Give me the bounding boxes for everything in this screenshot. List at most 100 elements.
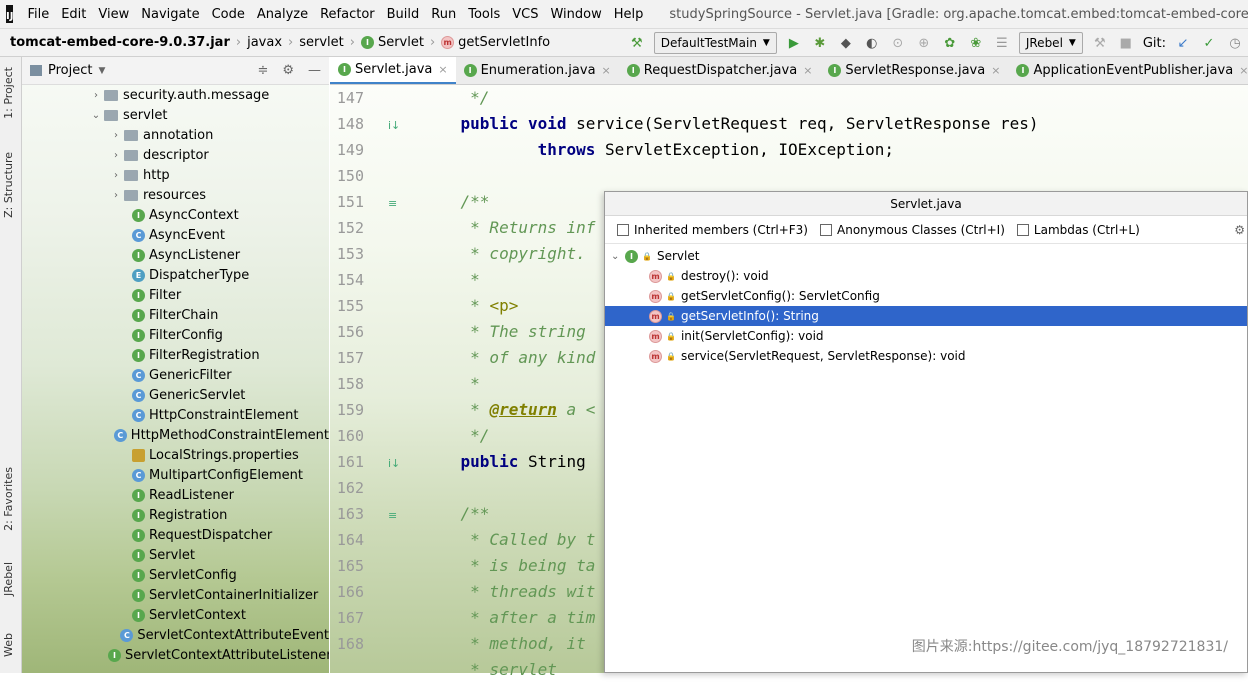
menu-edit[interactable]: Edit: [55, 0, 92, 29]
option-checkbox[interactable]: Inherited members (Ctrl+F3): [617, 223, 808, 237]
git-history-icon[interactable]: ◷: [1224, 32, 1246, 54]
menu-file[interactable]: File: [21, 0, 55, 29]
tree-item[interactable]: › http: [22, 165, 329, 185]
hide-panel-icon[interactable]: —: [308, 63, 321, 78]
tree-item[interactable]: I ServletConfig: [22, 565, 329, 585]
chevron-down-icon[interactable]: ▼: [98, 66, 105, 76]
editor-tab[interactable]: I ServletResponse.java ×: [820, 57, 1008, 84]
close-tab-icon[interactable]: ×: [803, 64, 812, 77]
structure-member[interactable]: m 🔒 init(ServletConfig): void: [605, 326, 1247, 346]
gear-icon[interactable]: ⚙: [282, 63, 294, 78]
close-tab-icon[interactable]: ×: [602, 64, 611, 77]
profile-icon[interactable]: ◐: [861, 32, 883, 54]
coverage-icon[interactable]: ◆: [835, 32, 857, 54]
jrebel-run-icon[interactable]: ✿: [939, 32, 961, 54]
chevron-down-icon[interactable]: ⌄: [611, 251, 625, 262]
breadcrumb-jar[interactable]: tomcat-embed-core-9.0.37.jar: [0, 35, 234, 50]
tree-item[interactable]: I Registration: [22, 505, 329, 525]
breadcrumb-method[interactable]: m getServletInfo: [437, 35, 554, 50]
tree-item[interactable]: C MultipartConfigElement: [22, 465, 329, 485]
tree-item[interactable]: › security.auth.message: [22, 85, 329, 105]
structure-member[interactable]: m 🔒 destroy(): void: [605, 266, 1247, 286]
tree-item[interactable]: I Filter: [22, 285, 329, 305]
debug-icon[interactable]: ✱: [809, 32, 831, 54]
gear-icon[interactable]: ⚙: [1234, 223, 1245, 237]
breadcrumb-package-servlet[interactable]: servlet: [295, 35, 348, 50]
tree-item[interactable]: › descriptor: [22, 145, 329, 165]
tree-item[interactable]: C HttpMethodConstraintElement: [22, 425, 329, 445]
tree-item[interactable]: I FilterChain: [22, 305, 329, 325]
menu-navigate[interactable]: Navigate: [135, 0, 205, 29]
menu-tools[interactable]: Tools: [462, 0, 506, 29]
menu-run[interactable]: Run: [425, 0, 462, 29]
stop-run-icon[interactable]: ⊙: [887, 32, 909, 54]
option-checkbox[interactable]: Anonymous Classes (Ctrl+I): [820, 223, 1005, 237]
jrebel-list-icon[interactable]: ☰: [991, 32, 1013, 54]
close-tab-icon[interactable]: ×: [1239, 64, 1248, 77]
tree-item[interactable]: C HttpConstraintElement: [22, 405, 329, 425]
run-config-select[interactable]: DefaultTestMain ▼: [653, 32, 777, 54]
hammer-icon[interactable]: ⚒: [1089, 32, 1111, 54]
chevron-down-icon[interactable]: ⌄: [88, 110, 104, 121]
chevron-right-icon[interactable]: ›: [108, 170, 124, 181]
tree-item[interactable]: › resources: [22, 185, 329, 205]
tree-item[interactable]: I RequestDispatcher: [22, 525, 329, 545]
menu-view[interactable]: View: [92, 0, 135, 29]
menu-code[interactable]: Code: [206, 0, 251, 29]
close-tab-icon[interactable]: ×: [438, 63, 447, 76]
tree-item[interactable]: I Servlet: [22, 545, 329, 565]
tree-item[interactable]: I ServletContextAttributeListener: [22, 645, 329, 665]
checkbox[interactable]: [1016, 223, 1029, 236]
breadcrumb-class-servlet[interactable]: I Servlet: [357, 35, 428, 50]
menu-window[interactable]: Window: [544, 0, 607, 29]
tab-structure[interactable]: Z: Structure: [2, 152, 15, 218]
tree-item[interactable]: I AsyncContext: [22, 205, 329, 225]
editor-tab[interactable]: I RequestDispatcher.java ×: [619, 57, 821, 84]
jrebel-select[interactable]: JRebel ▼: [1018, 32, 1083, 54]
chevron-right-icon[interactable]: ›: [88, 90, 104, 101]
breadcrumb-package-javax[interactable]: javax: [243, 35, 286, 50]
menu-refactor[interactable]: Refactor: [314, 0, 381, 29]
structure-member[interactable]: m 🔒 getServletConfig(): ServletConfig: [605, 286, 1247, 306]
chevron-right-icon[interactable]: ›: [108, 150, 124, 161]
git-update-icon[interactable]: ↙: [1172, 32, 1194, 54]
editor-tab[interactable]: I ApplicationEventPublisher.java ×: [1008, 57, 1248, 84]
implemented-method-icon[interactable]: i↓: [388, 457, 400, 470]
menu-analyze[interactable]: Analyze: [251, 0, 314, 29]
tree-item[interactable]: ⌄ servlet: [22, 105, 329, 125]
checkbox[interactable]: [820, 223, 832, 236]
option-checkbox[interactable]: Lambdas (Ctrl+L): [1016, 223, 1140, 237]
tab-project[interactable]: 1: Project: [2, 67, 15, 119]
chevron-right-icon[interactable]: ›: [108, 190, 124, 201]
structure-member[interactable]: m 🔒 getServletInfo(): String: [605, 306, 1247, 326]
editor-tab[interactable]: I Servlet.java ×: [330, 57, 456, 84]
chevron-right-icon[interactable]: ›: [108, 130, 124, 141]
fold-doc-icon[interactable]: ≡: [388, 509, 397, 522]
tree-item[interactable]: › annotation: [22, 125, 329, 145]
build-hammer-icon[interactable]: ⚒: [626, 32, 648, 54]
project-title[interactable]: Project: [48, 63, 92, 78]
tree-item[interactable]: E DispatcherType: [22, 265, 329, 285]
tree-item[interactable]: LocalStrings.properties: [22, 445, 329, 465]
stop-icon[interactable]: ■: [1115, 32, 1137, 54]
tree-item[interactable]: I FilterConfig: [22, 325, 329, 345]
collapse-all-icon[interactable]: ≑: [257, 63, 268, 78]
tab-favorites[interactable]: 2: Favorites: [2, 467, 15, 531]
tab-web[interactable]: Web: [2, 633, 15, 657]
run-icon[interactable]: ▶: [783, 32, 805, 54]
tree-item[interactable]: I ReadListener: [22, 485, 329, 505]
implemented-method-icon[interactable]: i↓: [388, 119, 400, 132]
fold-doc-icon[interactable]: ≡: [388, 197, 397, 210]
close-tab-icon[interactable]: ×: [991, 64, 1000, 77]
jrebel-debug-icon[interactable]: ❀: [965, 32, 987, 54]
tab-jrebel[interactable]: JRebel: [2, 562, 15, 596]
menu-build[interactable]: Build: [381, 0, 426, 29]
tree-item[interactable]: C AsyncEvent: [22, 225, 329, 245]
tree-item[interactable]: C ServletContextAttributeEvent: [22, 625, 329, 645]
tree-item[interactable]: I ServletContext: [22, 605, 329, 625]
tree-item[interactable]: I FilterRegistration: [22, 345, 329, 365]
tree-item[interactable]: C GenericFilter: [22, 365, 329, 385]
tree-item[interactable]: C GenericServlet: [22, 385, 329, 405]
structure-member[interactable]: m 🔒 service(ServletRequest, ServletRespons…: [605, 346, 1247, 366]
git-commit-icon[interactable]: ✓: [1198, 32, 1220, 54]
